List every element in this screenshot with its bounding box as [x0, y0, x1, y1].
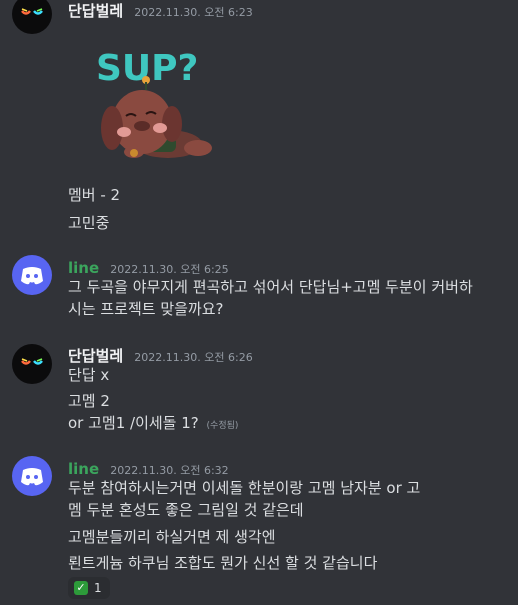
message-line: 멤버 - 2	[68, 186, 121, 204]
timestamp: 2022.11.30. 오전 6:23	[134, 6, 253, 19]
reaction-button[interactable]: ✓ 1	[68, 577, 110, 599]
username[interactable]: 단답벌레	[68, 2, 123, 20]
message-header: 단답벌레 2022.11.30. 오전 6:26	[68, 345, 253, 366]
message-text: 그 두곡을 야무지게 편곡하고 섞어서 단답님+고멤 두분이 커버하시는 프로젝…	[68, 278, 473, 318]
username[interactable]: 단답벌레	[68, 347, 123, 365]
discord-logo-icon	[21, 267, 43, 285]
user-avatar[interactable]	[12, 255, 52, 295]
edited-label: (수정됨)	[206, 421, 239, 431]
sticker-image[interactable]: SUP?	[90, 32, 220, 167]
message-header: line 2022.11.30. 오전 6:32	[68, 459, 229, 478]
username[interactable]: line	[68, 460, 99, 478]
avatar-eyes-icon	[21, 8, 43, 15]
check-mark-icon: ✓	[74, 581, 88, 595]
timestamp: 2022.11.30. 오전 6:26	[134, 351, 253, 364]
message-line: 멤 두분 혼성도 좋은 그림일 것 같은데	[68, 501, 304, 519]
message-line: 고멤분들끼리 하실거면 제 생각엔	[68, 528, 276, 546]
user-avatar[interactable]	[12, 344, 52, 384]
message-line: 고멤 2	[68, 392, 110, 410]
discord-logo-icon	[21, 468, 43, 486]
message-line-edited: or 고멤1 /이세돌 1? (수정됨)	[68, 412, 508, 437]
message-header: 단답벌레 2022.11.30. 오전 6:23	[68, 0, 253, 21]
message-line: 두분 참여하시는거면 이세돌 한분이랑 고멤 남자분 or 고	[68, 479, 421, 497]
user-avatar[interactable]	[12, 0, 52, 34]
message-line: 고민중	[68, 214, 110, 232]
timestamp: 2022.11.30. 오전 6:32	[110, 464, 229, 477]
timestamp: 2022.11.30. 오전 6:25	[110, 263, 229, 276]
sticker-illustration: SUP?	[96, 48, 212, 158]
user-avatar[interactable]	[12, 456, 52, 496]
avatar-eyes-icon	[21, 358, 43, 365]
message-line: 뢴트게늄 하쿠님 조합도 뭔가 신선 할 것 같습니다	[68, 554, 378, 572]
username[interactable]: line	[68, 259, 99, 277]
message-line: 단답 x	[68, 366, 110, 384]
reaction-count: 1	[94, 581, 102, 595]
message-text: or 고멤1 /이세돌 1?	[68, 414, 199, 432]
message-header: line 2022.11.30. 오전 6:25	[68, 258, 229, 277]
